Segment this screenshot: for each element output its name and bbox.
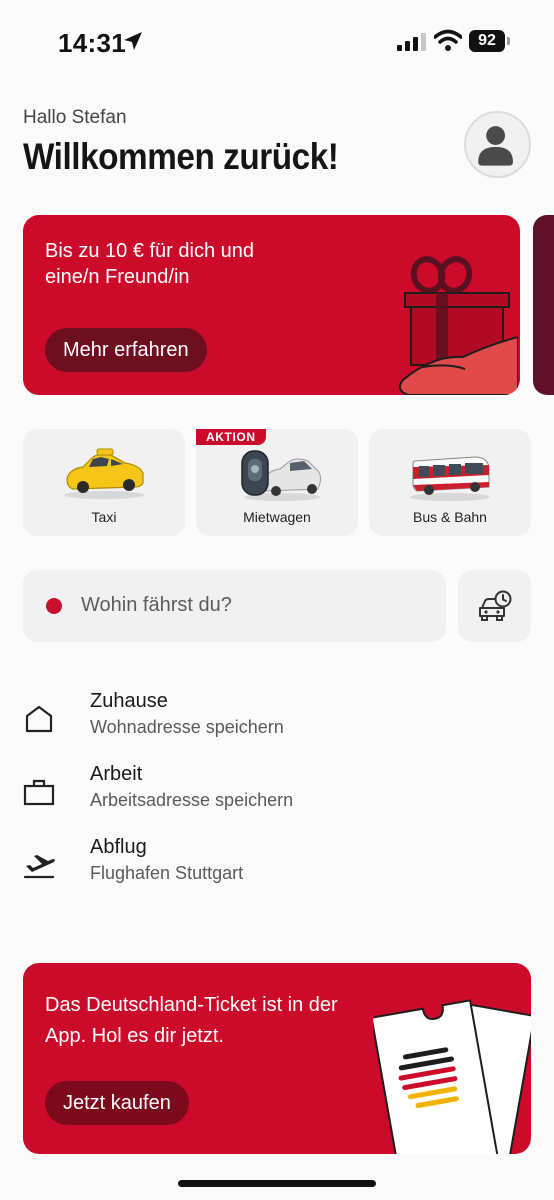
place-subtitle: Wohnadresse speichern bbox=[90, 717, 284, 737]
user-icon bbox=[478, 126, 514, 166]
promo-text: Bis zu 10 € für dich und eine/n Freund/i… bbox=[45, 240, 255, 288]
rental-car-icon bbox=[241, 450, 321, 501]
location-arrow-icon bbox=[124, 32, 142, 50]
referral-promo-card[interactable]: Bis zu 10 € für dich und eine/n Freund/i… bbox=[23, 215, 520, 395]
place-subtitle: Arbeitsadresse speichern bbox=[90, 790, 294, 810]
gift-hand-illustration bbox=[398, 256, 518, 395]
saved-place-work[interactable]: Arbeit Arbeitsadresse speichern bbox=[0, 763, 554, 819]
buy-now-button[interactable]: Jetzt kaufen bbox=[45, 1081, 189, 1125]
next-promo-card-peek[interactable] bbox=[533, 215, 554, 395]
home-indicator bbox=[178, 1180, 376, 1187]
schedule-ride-button[interactable] bbox=[458, 570, 531, 642]
airplane-departure-icon bbox=[23, 855, 55, 879]
mode-label: Taxi bbox=[91, 509, 117, 525]
profile-avatar-button[interactable] bbox=[464, 111, 531, 178]
place-title: Zuhause bbox=[90, 690, 168, 712]
taxi-icon bbox=[64, 448, 144, 499]
mode-taxi-button[interactable]: Taxi bbox=[23, 429, 185, 536]
greeting-text: Hallo Stefan bbox=[23, 107, 127, 128]
mode-label: Bus & Bahn bbox=[413, 509, 487, 525]
deutschland-ticket-card[interactable]: Das Deutschland-Ticket ist in der App. H… bbox=[23, 963, 531, 1154]
saved-place-home[interactable]: Zuhause Wohnadresse speichern bbox=[0, 690, 554, 746]
saved-place-departure[interactable]: Abflug Flughafen Stuttgart bbox=[0, 836, 554, 892]
mode-public-transport-button[interactable]: Bus & Bahn bbox=[369, 429, 531, 536]
promotion-badge: AKTION bbox=[196, 429, 266, 445]
bus-icon bbox=[410, 456, 490, 501]
status-time: 14:31 bbox=[58, 28, 126, 58]
learn-more-button[interactable]: Mehr erfahren bbox=[45, 328, 207, 372]
cellular-signal-icon bbox=[397, 33, 426, 51]
home-icon bbox=[25, 705, 53, 733]
search-input[interactable] bbox=[81, 594, 421, 617]
place-title: Arbeit bbox=[90, 763, 143, 785]
battery-cap bbox=[507, 37, 510, 45]
destination-dot-icon bbox=[46, 598, 62, 614]
mode-rental-car-button[interactable]: Mietwagen bbox=[196, 429, 358, 536]
place-title: Abflug bbox=[90, 836, 147, 858]
briefcase-icon bbox=[23, 779, 55, 806]
mode-label: Mietwagen bbox=[243, 509, 311, 525]
page-title: Willkommen zurück! bbox=[23, 136, 339, 177]
ticket-illustration bbox=[373, 999, 531, 1154]
status-bar: 14:31 92 bbox=[0, 0, 554, 80]
destination-search-field[interactable] bbox=[23, 570, 446, 642]
battery-indicator: 92 bbox=[469, 30, 505, 52]
scheduled-car-icon bbox=[479, 590, 512, 621]
place-subtitle: Flughafen Stuttgart bbox=[90, 863, 244, 883]
wifi-icon bbox=[434, 29, 462, 51]
ticket-promo-text: Das Deutschland-Ticket ist in der App. H… bbox=[45, 994, 338, 1047]
